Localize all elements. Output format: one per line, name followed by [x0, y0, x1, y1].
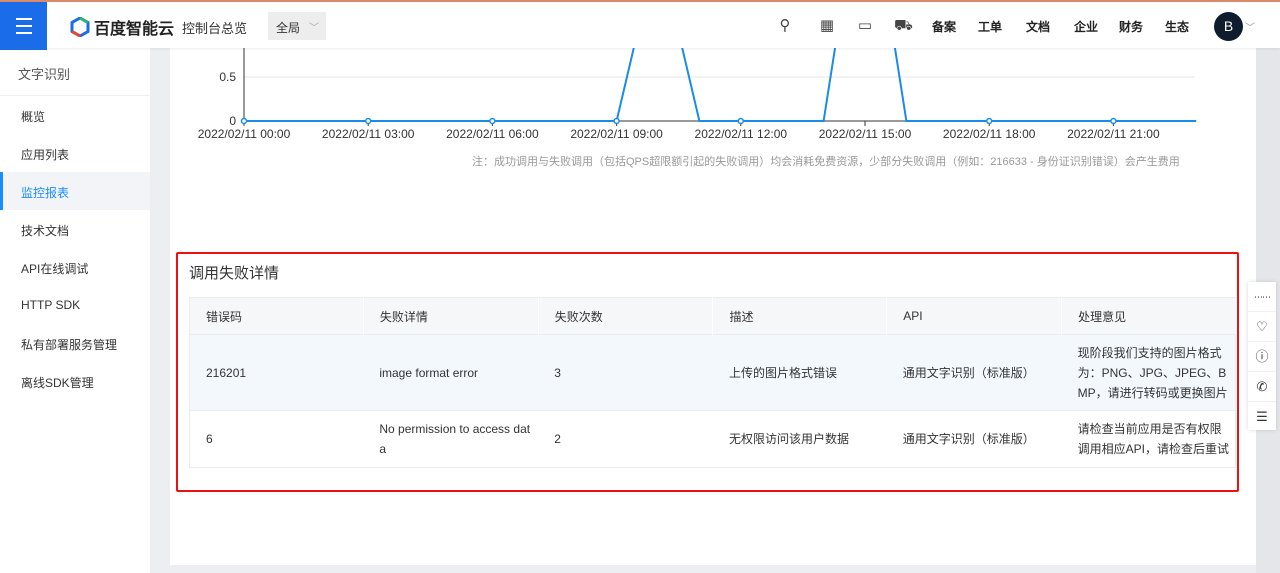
- y-tick-label: 0.5: [219, 70, 236, 84]
- data-point: [364, 117, 372, 125]
- y-tick-label: 0: [229, 114, 236, 128]
- search-icon[interactable]: ⚲: [776, 17, 794, 35]
- table-row: 216201 image format error 3 上传的图片格式错误 通用…: [189, 334, 1236, 411]
- column-header: 失败详情: [363, 297, 539, 335]
- x-tick-label: 2022/02/11 06:00: [446, 127, 539, 141]
- table-row: 6 No permission to access data 2 无权限访问该用…: [189, 410, 1236, 468]
- logo-text: 百度智能云: [94, 21, 175, 38]
- failure-count: 3: [538, 334, 713, 411]
- column-header: 失败次数: [538, 297, 714, 335]
- x-tick-label: 2022/02/11 12:00: [695, 127, 788, 141]
- column-header: API: [886, 297, 1063, 335]
- nav-link-ticket[interactable]: 工单: [978, 18, 1002, 35]
- feedback-list-icon[interactable]: ☰: [1248, 402, 1276, 432]
- suggestion: 请检查当前应用是否有权限调用相应API，请检查后重试: [1061, 410, 1236, 468]
- column-header: 处理意见: [1061, 297, 1236, 335]
- description: 上传的图片格式错误: [712, 334, 887, 411]
- sidebar-item-http-sdk[interactable]: HTTP SDK: [0, 286, 150, 324]
- x-tick-label: 2022/02/11 00:00: [198, 127, 291, 141]
- qrcode-icon[interactable]: ▦: [818, 17, 836, 35]
- sidebar-item-overview[interactable]: 概览: [0, 96, 150, 134]
- column-header: 描述: [712, 297, 888, 335]
- failure-line-chart: 0 0.5 2022/02/11 00:00 2022/02/11 03:00 2022…: [198, 48, 1197, 141]
- sidebar-item-docs[interactable]: 技术文档: [0, 210, 150, 248]
- nav-link-docs[interactable]: 文档: [1026, 18, 1050, 35]
- data-point: [613, 117, 620, 125]
- x-tick-label: 2022/02/11 03:00: [322, 127, 415, 141]
- sidebar-item-apps[interactable]: 应用列表: [0, 134, 150, 172]
- failure-details-title: 调用失败详情: [189, 265, 280, 282]
- x-tick-label: 2022/02/11 18:00: [943, 127, 1036, 141]
- drag-handle-icon[interactable]: ⋯⋯: [1248, 282, 1276, 312]
- chevron-down-icon: ﹀: [309, 23, 319, 34]
- heart-icon[interactable]: ♡: [1248, 312, 1276, 342]
- avatar[interactable]: B: [1214, 12, 1243, 41]
- table-header: 错误码 失败详情 失败次数 描述 API 处理意见: [189, 297, 1236, 335]
- data-point: [489, 117, 496, 125]
- chevron-down-icon[interactable]: ﹀: [1245, 19, 1255, 34]
- region-value: 全局: [276, 21, 301, 35]
- region-select[interactable]: 全局 ﹀: [268, 12, 326, 40]
- phone-icon[interactable]: ✆: [1248, 372, 1276, 402]
- sidebar: 文字识别 概览 应用列表 监控报表 技术文档 API在线调试 HTTP SDK …: [0, 48, 150, 573]
- x-tick-label: 2022/02/11 15:00: [819, 127, 912, 141]
- data-point: [737, 117, 745, 125]
- error-code: 216201: [189, 334, 364, 411]
- sidebar-item-api-debug[interactable]: API在线调试: [0, 248, 150, 286]
- help-icon[interactable]: ⓘ: [1248, 342, 1276, 372]
- failure-table: 错误码 失败详情 失败次数 描述 API 处理意见 216201 image f…: [189, 297, 1236, 468]
- logo-icon: [70, 17, 90, 37]
- x-tick-label: 2022/02/11 21:00: [1067, 127, 1160, 141]
- cart-icon[interactable]: ⛟: [894, 17, 913, 35]
- column-header: 错误码: [189, 297, 364, 335]
- failure-detail: No permission to access data: [363, 410, 539, 468]
- logo[interactable]: 百度智能云: [70, 15, 174, 39]
- top-bar: 百度智能云 控制台总览 全局 ﹀ ⚲ ▦ ▭ ⛟ 备案 工单 文档 企业 财务 生…: [0, 0, 1280, 50]
- x-tick-label: 2022/02/11 09:00: [570, 127, 663, 141]
- nav-link-enterprise[interactable]: 企业: [1074, 18, 1098, 35]
- console-overview-link[interactable]: 控制台总览: [182, 18, 247, 37]
- data-point: [240, 117, 248, 125]
- sidebar-item-private-deploy[interactable]: 私有部署服务管理: [0, 324, 150, 362]
- api-name: 通用文字识别（标准版）: [886, 410, 1062, 468]
- suggestion: 现阶段我们支持的图片格式为：PNG、JPG、JPEG、BMP，请进行转码或更换图…: [1061, 334, 1236, 411]
- nav-link-beian[interactable]: 备案: [932, 18, 956, 35]
- floating-toolbar: ⋯⋯ ♡ ⓘ ✆ ☰: [1248, 282, 1276, 430]
- billing-note: 注：成功调用与失败调用（包括QPS超限额引起的失败调用）均会消耗免费资源，少部分…: [472, 156, 1180, 168]
- nav-link-ecosystem[interactable]: 生态: [1165, 18, 1189, 35]
- data-point: [1110, 117, 1117, 125]
- series-line: [244, 48, 1197, 122]
- api-name: 通用文字识别（标准版）: [886, 334, 1062, 411]
- message-icon[interactable]: ▭: [856, 17, 874, 35]
- error-code: 6: [189, 410, 364, 468]
- sidebar-title: 文字识别: [0, 48, 150, 96]
- sidebar-item-offline-sdk[interactable]: 离线SDK管理: [0, 362, 150, 400]
- failure-detail: image format error: [363, 334, 539, 411]
- nav-link-finance[interactable]: 财务: [1119, 18, 1143, 35]
- sidebar-item-monitoring[interactable]: 监控报表: [0, 172, 150, 210]
- menu-button[interactable]: [0, 2, 47, 50]
- description: 无权限访问该用户数据: [712, 410, 887, 468]
- failure-count: 2: [538, 410, 713, 468]
- data-point: [985, 117, 993, 125]
